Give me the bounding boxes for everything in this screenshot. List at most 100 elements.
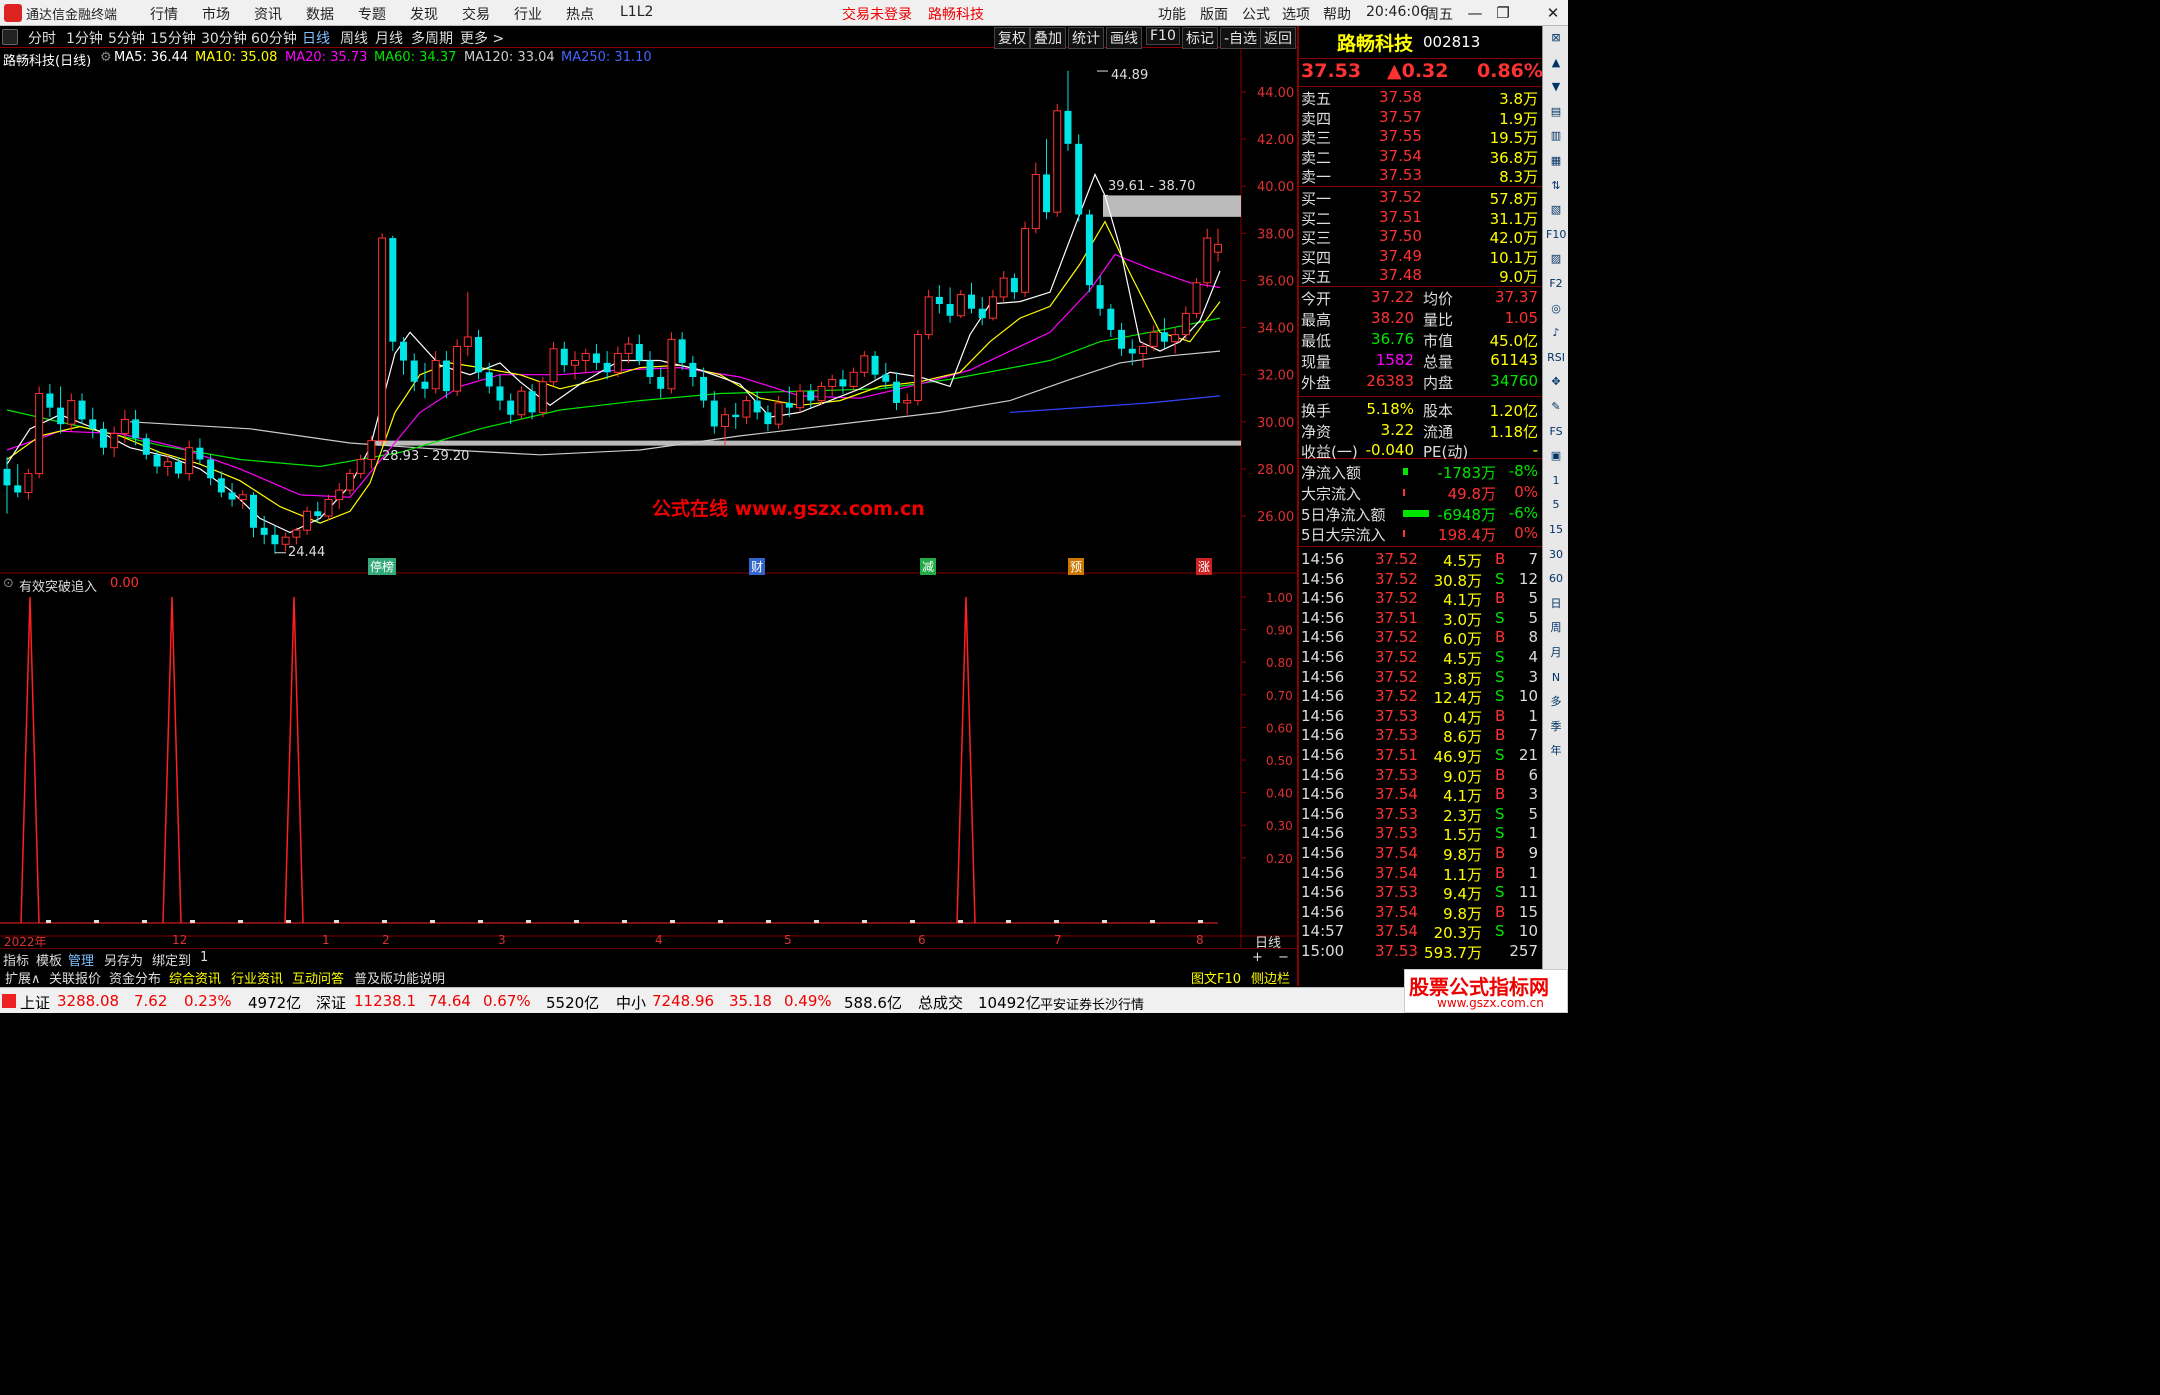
sidebar-button-icon[interactable]: 30: [1546, 545, 1566, 565]
zoom-out-icon[interactable]: −: [1278, 950, 1289, 965]
sidebar-button-icon[interactable]: 年: [1546, 741, 1566, 761]
tab-kuozhan[interactable]: 扩展∧: [2, 968, 44, 987]
sidebar-button-icon[interactable]: ▦: [1546, 151, 1566, 171]
period-weekly[interactable]: 周线: [340, 28, 368, 48]
period-5min[interactable]: 5分钟: [108, 28, 145, 48]
restore-icon[interactable]: ❐: [1490, 2, 1516, 24]
tool-diejia[interactable]: 叠加: [1030, 27, 1066, 49]
candle-body: [410, 360, 418, 382]
sidebar-button-icon[interactable]: ▲: [1546, 53, 1566, 73]
flow-label: 5日净流入额: [1301, 505, 1386, 524]
function-sidebar: ⊠ ▲ ▼ ▤ ▥ ▦ ⇅ ▧ F10 ▨ F2 ◎ ♪ RSI ✥ ✎ FS ▣ 1 5 15 30 60 日周月 N 多季年: [1542, 26, 1568, 986]
btn-one[interactable]: 1: [200, 950, 208, 965]
sidebar-button-icon[interactable]: N: [1546, 668, 1566, 688]
tool-tongji[interactable]: 统计: [1068, 27, 1104, 49]
tab-guanlian[interactable]: 关联报价: [46, 968, 104, 987]
event-marker[interactable]: 预: [1068, 558, 1085, 575]
sidebar-button-icon[interactable]: ✥: [1546, 372, 1566, 392]
tab-puji[interactable]: 普及版功能说明: [351, 968, 448, 987]
sidebar-button-icon[interactable]: F2: [1546, 274, 1566, 294]
menu-bangzhu[interactable]: 帮助: [1323, 4, 1351, 24]
period-daily[interactable]: 日线: [302, 28, 330, 48]
sidebar-button-icon[interactable]: ◎: [1546, 299, 1566, 319]
period-15min[interactable]: 15分钟: [150, 28, 196, 48]
candle-body: [207, 459, 215, 479]
menu-zhuanti[interactable]: 专题: [358, 4, 386, 24]
candle-body: [335, 489, 344, 501]
period-60min[interactable]: 60分钟: [251, 28, 297, 48]
sidebar-button-icon[interactable]: F10: [1546, 225, 1566, 245]
tool-fuquan[interactable]: 复权: [994, 27, 1030, 49]
sidebar-button-icon[interactable]: ▥: [1546, 126, 1566, 146]
login-status[interactable]: 交易未登录: [842, 4, 912, 24]
index-zx-label[interactable]: 中小: [616, 992, 646, 1013]
tick-count: 7: [1528, 726, 1538, 745]
sidebar-button-icon[interactable]: FS: [1546, 422, 1566, 442]
signal-dot: [1102, 920, 1107, 923]
period-more[interactable]: 更多 >: [460, 28, 504, 48]
event-marker[interactable]: 涨: [1196, 558, 1213, 575]
sidebar-button-icon[interactable]: 1: [1546, 471, 1566, 491]
menu-l1l2[interactable]: L1L2: [620, 4, 653, 20]
menu-faxian[interactable]: 发现: [410, 4, 438, 24]
menu-gongshi[interactable]: 公式: [1242, 4, 1270, 24]
sidebar-button-icon[interactable]: 60: [1546, 569, 1566, 589]
sidebar-button-icon[interactable]: 季: [1546, 717, 1566, 737]
sidebar-button-icon[interactable]: 周: [1546, 618, 1566, 638]
tab-zijin[interactable]: 资金分布: [106, 968, 164, 987]
tool-back[interactable]: 返回: [1260, 27, 1296, 49]
period-multi[interactable]: 多周期: [411, 28, 453, 48]
sidebar-button-icon[interactable]: ▨: [1546, 249, 1566, 269]
sidebar-button-icon[interactable]: ▼: [1546, 77, 1566, 97]
stat-value: 61143: [1490, 351, 1538, 369]
collapse-icon[interactable]: [2, 29, 18, 45]
indicator-name[interactable]: 有效突破追入: [19, 576, 97, 595]
close-icon[interactable]: ✕: [1540, 2, 1566, 24]
tool-biaoji[interactable]: 标记: [1182, 27, 1218, 49]
sidebar-button-icon[interactable]: ▧: [1546, 200, 1566, 220]
tool-f10[interactable]: F10: [1146, 27, 1180, 45]
sidebar-button-icon[interactable]: ⇅: [1546, 176, 1566, 196]
zoom-in-icon[interactable]: +: [1252, 950, 1263, 965]
menu-jiaoyi[interactable]: 交易: [462, 4, 490, 24]
indicator-toggle-icon[interactable]: ⊙: [3, 576, 14, 591]
candle-body: [3, 468, 11, 486]
menu-shuju[interactable]: 数据: [306, 4, 334, 24]
sidebar-button-icon[interactable]: 日: [1546, 594, 1566, 614]
tool-huaxian[interactable]: 画线: [1106, 27, 1142, 49]
kline-chart[interactable]: 44.0042.0040.0038.0036.0034.0032.0030.00…: [0, 49, 1297, 949]
period-30min[interactable]: 30分钟: [201, 28, 247, 48]
menu-banmian[interactable]: 版面: [1200, 4, 1228, 24]
event-marker[interactable]: 减: [920, 558, 937, 575]
menu-shichang[interactable]: 市场: [202, 4, 230, 24]
menu-hangqing[interactable]: 行情: [150, 4, 178, 24]
sidebar-button-icon[interactable]: 15: [1546, 520, 1566, 540]
sidebar-button-icon[interactable]: 月: [1546, 643, 1566, 663]
period-monthly[interactable]: 月线: [375, 28, 403, 48]
sidebar-button-icon[interactable]: 多: [1546, 692, 1566, 712]
event-marker[interactable]: 财: [749, 558, 766, 575]
tab-hangye[interactable]: 行业资讯: [228, 968, 286, 987]
sidebar-button-icon[interactable]: ▤: [1546, 102, 1566, 122]
sidebar-button-icon[interactable]: ♪: [1546, 323, 1566, 343]
menu-hangye[interactable]: 行业: [514, 4, 542, 24]
period-fenshi[interactable]: 分时: [28, 28, 56, 48]
index-sz-label[interactable]: 深证: [316, 992, 346, 1013]
index-sh-label[interactable]: 上证: [20, 992, 50, 1013]
menu-xuanxiang[interactable]: 选项: [1282, 4, 1310, 24]
event-marker[interactable]: 停榜: [368, 558, 397, 575]
minimize-icon[interactable]: —: [1462, 2, 1488, 24]
menu-gongneng[interactable]: 功能: [1158, 4, 1186, 24]
sidebar-button-icon[interactable]: ▣: [1546, 446, 1566, 466]
period-1min[interactable]: 1分钟: [66, 28, 103, 48]
sidebar-button-icon[interactable]: ⊠: [1546, 28, 1566, 48]
menu-redian[interactable]: 热点: [566, 4, 594, 24]
tab-zonghe[interactable]: 综合资讯: [166, 968, 224, 987]
tab-tuwen-f10[interactable]: 图文F10: [1188, 968, 1244, 987]
tab-hudong[interactable]: 互动问答: [289, 968, 347, 987]
tool-zixuan[interactable]: -自选: [1220, 27, 1262, 49]
sidebar-button-icon[interactable]: ✎: [1546, 397, 1566, 417]
menu-zixun[interactable]: 资讯: [254, 4, 282, 24]
sidebar-button-icon[interactable]: 5: [1546, 495, 1566, 515]
sidebar-button-icon[interactable]: RSI: [1546, 348, 1566, 368]
